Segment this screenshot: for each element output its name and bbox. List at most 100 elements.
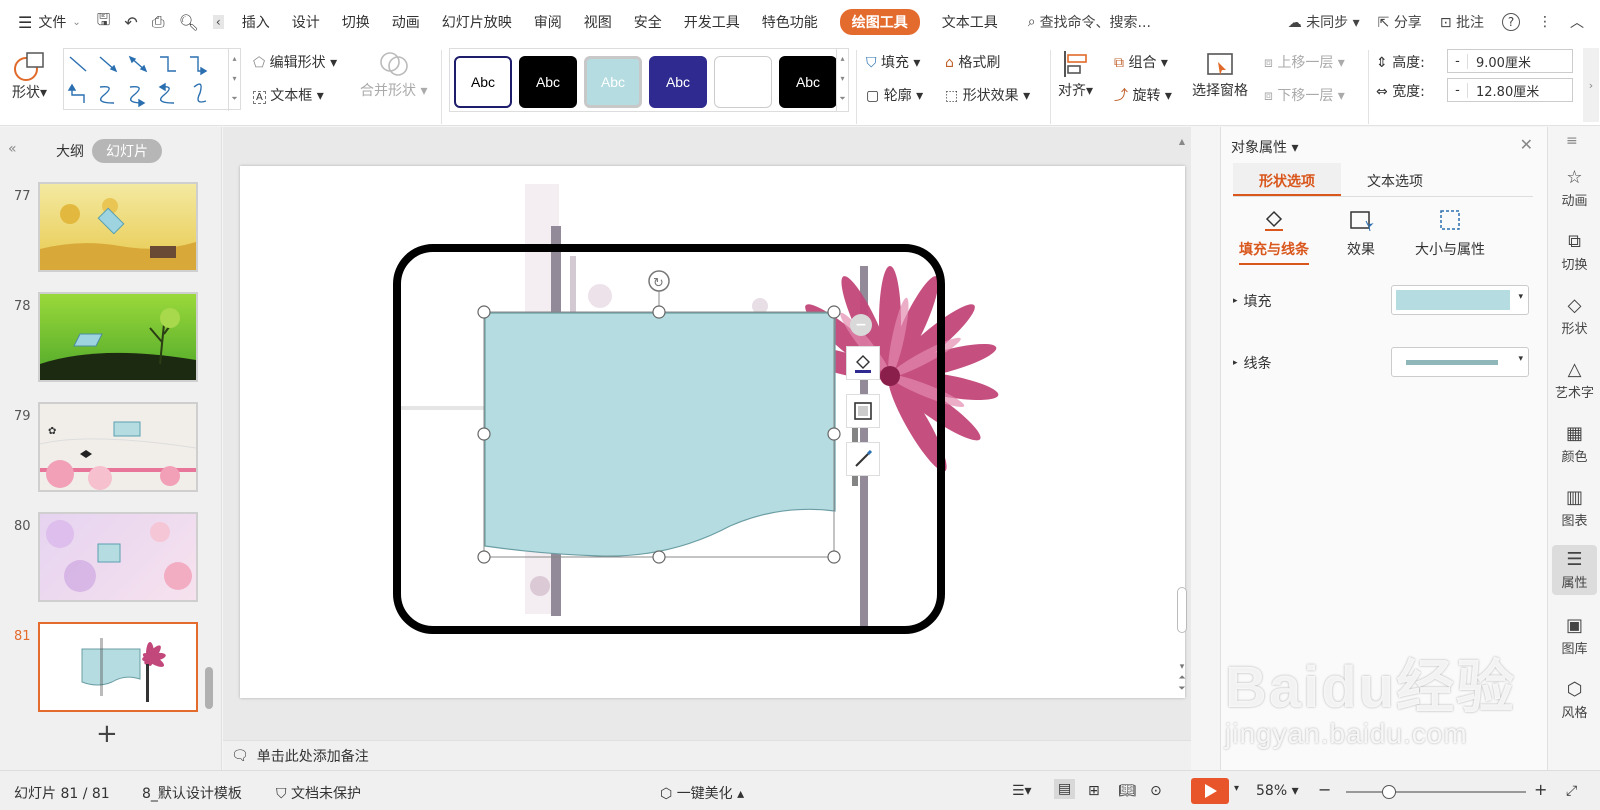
strip-chart[interactable]: ▥ 图表 <box>1548 487 1600 529</box>
line-color-dropdown[interactable]: ▾ <box>1391 347 1529 377</box>
ribbon-scroll-right[interactable]: › <box>1583 48 1599 122</box>
tab-slides[interactable]: 幻灯片 <box>92 139 162 163</box>
strip-transition[interactable]: ⧉ 切换 <box>1548 231 1600 273</box>
play-slideshow-button[interactable] <box>1191 778 1229 804</box>
notes-toggle-icon[interactable]: ☰▾ <box>1012 783 1032 799</box>
slide-canvas[interactable]: ↻ − <box>240 166 1185 698</box>
zoom-slider-thumb[interactable] <box>1382 785 1396 799</box>
height-decrement[interactable]: - <box>1448 53 1468 69</box>
tab-features[interactable]: 特色功能 <box>762 12 818 32</box>
slide-thumbnail-77[interactable] <box>38 182 198 272</box>
sync-status[interactable]: ☁ 未同步 ▾ <box>1288 12 1360 32</box>
prev-slide-arrow[interactable]: ▾ ⏶ ⏷ <box>1175 662 1189 695</box>
play-options-icon[interactable]: ▾ <box>1234 783 1239 794</box>
format-brush-button[interactable]: ⌂ 格式刷 <box>945 52 1000 72</box>
protect-status[interactable]: ⛉ 文档未保护 <box>276 783 361 803</box>
subtab-effect[interactable]: 效果 <box>1347 207 1375 259</box>
style-blank[interactable] <box>714 56 772 108</box>
more-icon[interactable]: ⋮ <box>1538 14 1552 30</box>
floating-outline-button[interactable] <box>846 394 880 428</box>
style-gallery-scroll[interactable]: ▴ ▾ ⏷ <box>836 49 848 111</box>
text-box-button[interactable]: A 文本框 ▾ <box>253 85 324 105</box>
strip-animation[interactable]: ☆ 动画 <box>1548 167 1600 209</box>
strip-color[interactable]: ▦ 颜色 <box>1548 423 1600 465</box>
collapse-ribbon-icon[interactable]: ︿ <box>1570 12 1584 32</box>
tab-drawing-tools[interactable]: 绘图工具 <box>839 9 920 35</box>
width-decrement[interactable]: - <box>1448 82 1468 98</box>
width-input[interactable]: -12.80厘米 <box>1447 78 1573 102</box>
style-light-teal[interactable]: Abc <box>584 56 642 108</box>
slide-thumbnail-80[interactable] <box>38 512 198 602</box>
tab-design[interactable]: 设计 <box>292 12 320 32</box>
style-navy[interactable]: Abc <box>649 56 707 108</box>
add-slide-button[interactable]: + <box>96 719 118 749</box>
style-black[interactable]: Abc <box>519 56 577 108</box>
normal-view-icon[interactable]: ▤ <box>1054 779 1076 799</box>
file-menu[interactable]: ☰ 文件 ⌄ <box>18 12 81 32</box>
fill-button[interactable]: ⛉ 填充 ▾ <box>866 52 920 72</box>
strip-wordart[interactable]: △ 艺术字 <box>1548 359 1600 401</box>
tab-insert[interactable]: 插入 <box>242 12 270 32</box>
tab-transition[interactable]: 切换 <box>342 12 370 32</box>
close-icon[interactable]: ✕ <box>1520 135 1533 154</box>
comment-button[interactable]: ⊡ 批注 <box>1440 12 1484 32</box>
slide-thumbnail-79[interactable]: ✿ <box>38 402 198 492</box>
gallery-scroll[interactable]: ▴ ▾ ⏷ <box>228 49 240 111</box>
subtab-fill-line[interactable]: 填充与线条 <box>1239 207 1309 265</box>
shape-effect-button[interactable]: ⬚ 形状效果 ▾ <box>945 85 1030 105</box>
shape-button[interactable]: 形状▾ <box>12 50 47 102</box>
tab-text-options[interactable]: 文本选项 <box>1341 163 1449 196</box>
preview-icon[interactable]: 🔍︎ <box>179 13 199 32</box>
save-icon[interactable]: 🖫 <box>97 9 111 36</box>
subtab-size-properties[interactable]: 大小与属性 <box>1415 207 1485 259</box>
zoom-slider[interactable] <box>1346 785 1526 799</box>
tab-security[interactable]: 安全 <box>634 12 662 32</box>
property-panel-title[interactable]: 对象属性 ▾ <box>1231 137 1298 157</box>
tab-developer[interactable]: 开发工具 <box>684 12 740 32</box>
print-icon[interactable]: ⎙ <box>152 12 165 32</box>
rotate-button[interactable]: ⤴ 旋转 ▾ <box>1114 85 1172 105</box>
tab-view[interactable]: 视图 <box>584 12 612 32</box>
tab-outline[interactable]: 大纲 <box>56 141 84 161</box>
style-white[interactable]: Abc <box>454 56 512 108</box>
share-button[interactable]: ⇱ 分享 <box>1378 12 1422 32</box>
send-backward-button[interactable]: ⧈ 下移一层 ▾ <box>1264 85 1345 105</box>
selection-pane-button[interactable]: 选择窗格 <box>1192 48 1248 100</box>
scroll-thumb[interactable] <box>1177 587 1187 633</box>
tab-review[interactable]: 审阅 <box>534 12 562 32</box>
fill-row[interactable]: ▸ 填充 <box>1233 291 1272 311</box>
tab-text-tools[interactable]: 文本工具 <box>942 12 998 32</box>
slide-thumbnail-78[interactable] <box>38 292 198 382</box>
notes-bar[interactable]: 🗨︎ 单击此处添加备注 <box>223 740 1191 770</box>
tab-shape-options[interactable]: 形状选项 <box>1233 163 1341 196</box>
outline-button[interactable]: ▢ 轮廓 ▾ <box>866 85 923 105</box>
floating-fill-button[interactable] <box>846 346 880 380</box>
bring-forward-button[interactable]: ⧈ 上移一层 ▾ <box>1264 52 1345 72</box>
strip-shape[interactable]: ◇ 形状 <box>1548 295 1600 337</box>
align-button[interactable]: 对齐▾ <box>1058 48 1093 100</box>
zoom-out-icon[interactable]: − <box>1318 780 1331 799</box>
strip-properties[interactable]: ☰ 属性 <box>1552 545 1597 595</box>
tabs-scroll-left-icon[interactable]: ‹ <box>212 15 224 29</box>
style-black-2[interactable]: Abc <box>779 56 837 108</box>
floating-brush-button[interactable] <box>846 442 880 476</box>
sorter-view-icon[interactable]: ⊞ <box>1088 783 1100 799</box>
canvas-scrollbar[interactable]: ▲ ▾ ⏶ ⏷ <box>1175 137 1189 727</box>
edit-shape-button[interactable]: ⬠ 编辑形状 ▾ <box>253 52 337 72</box>
zoom-level[interactable]: 58% ▾ <box>1256 783 1299 799</box>
help-icon[interactable]: ? <box>1502 13 1520 31</box>
template-name[interactable]: 8_默认设计模板 <box>142 783 242 803</box>
presenter-view-icon[interactable]: ⊙ <box>1150 783 1162 799</box>
strip-menu-icon[interactable]: ≡ <box>1566 133 1578 149</box>
fit-window-icon[interactable]: ⤢ <box>1566 783 1577 799</box>
reading-view-icon[interactable]: 📖︎ <box>1118 783 1136 799</box>
strip-style[interactable]: ⬡ 风格 <box>1548 679 1600 721</box>
fill-color-dropdown[interactable]: ▾ <box>1391 285 1529 315</box>
shape-gallery[interactable]: ▴ ▾ ⏷ <box>63 48 241 111</box>
beautify-button[interactable]: ⬡ 一键美化 ▴ <box>660 783 744 803</box>
height-input[interactable]: -9.00厘米 <box>1447 49 1573 73</box>
panel-scrollbar[interactable] <box>205 667 213 709</box>
tab-slideshow[interactable]: 幻灯片放映 <box>442 12 512 32</box>
zoom-in-icon[interactable]: + <box>1534 780 1547 799</box>
scroll-up-arrow[interactable]: ▲ <box>1175 137 1189 146</box>
